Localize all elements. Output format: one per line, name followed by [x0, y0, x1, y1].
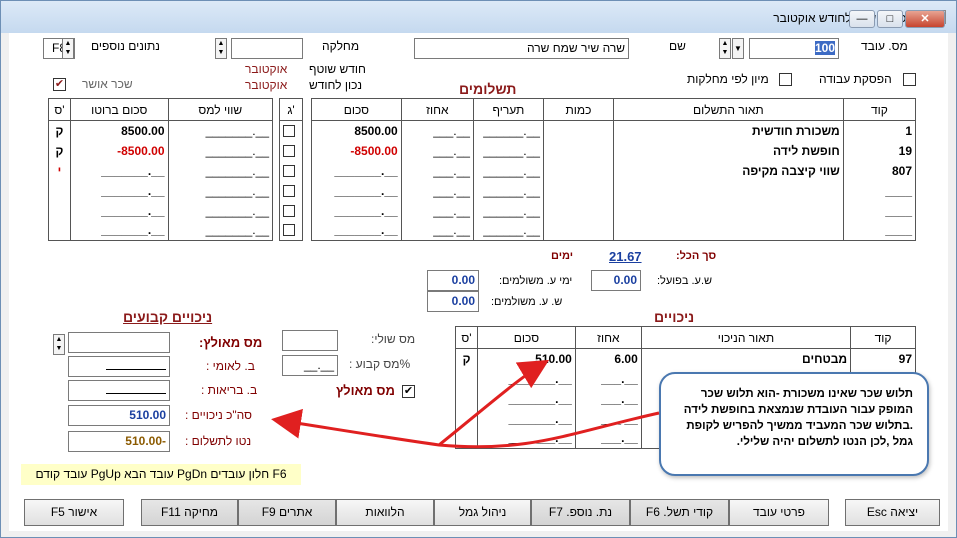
callout-arrow — [271, 359, 660, 449]
payroll-window: הכנת השכר לחודש אוקטובר — □ ✕ מס. עובד 1… — [0, 0, 957, 538]
title-bar: הכנת השכר לחודש אוקטובר — □ ✕ — [1, 1, 956, 33]
restore-button[interactable]: □ — [877, 10, 903, 28]
close-button[interactable]: ✕ — [905, 10, 945, 28]
minimize-button[interactable]: — — [849, 10, 875, 28]
form-area: מס. עובד 100 ▲ ▼ ▼ שם שרה שיר שמח שרה מחל… — [9, 33, 948, 531]
